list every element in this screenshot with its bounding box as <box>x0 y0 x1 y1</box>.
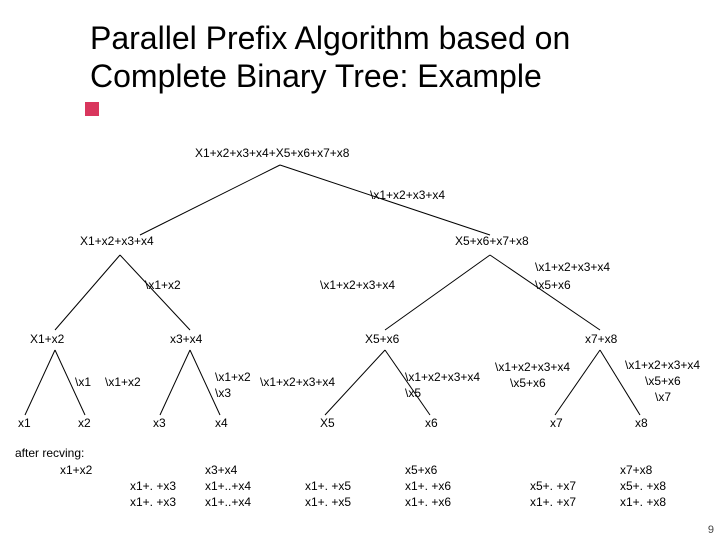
leaf-x7: x7 <box>550 416 563 430</box>
leaf-x2: x2 <box>78 416 91 430</box>
after-c6: x5+. +x7 x1+. +x7 <box>530 478 576 510</box>
node-l3-lr: x3+x4 <box>170 332 202 346</box>
back-l3-rl1: \x5+x6 <box>535 278 571 292</box>
back-leaf-7c: \x7 <box>655 390 671 404</box>
node-root: X1+x2+x3+x4+X5+x6+x7+x8 <box>195 146 349 160</box>
leaf-x1: x1 <box>18 416 31 430</box>
back-leaf-6a: \x1+x2+x3+x4 <box>495 360 570 374</box>
back-leaf-5b: \x5 <box>405 386 421 400</box>
after-c2: x1+. +x3 x1+. +x3 <box>130 478 176 510</box>
after-title: after recving: <box>15 445 84 461</box>
back-l3-ll: \x1+x2 <box>145 278 181 292</box>
back-leaf-7b: \x5+x6 <box>645 374 681 388</box>
node-l2-left: X1+x2+x3+x4 <box>80 234 154 248</box>
after-c4: x1+. +x5 x1+. +x5 <box>305 478 351 510</box>
back-leaf-4: \x1+x2+x3+x4 <box>260 375 335 389</box>
back-l2-right: \x1+x2+x3+x4 <box>535 260 610 274</box>
page-number: 9 <box>708 524 714 536</box>
back-l3-lr: \x1+x2+x3+x4 <box>320 278 395 292</box>
node-l3-rr: x7+x8 <box>585 332 617 346</box>
leaf-x4: x4 <box>215 416 228 430</box>
node-l3-ll: X1+x2 <box>30 332 64 346</box>
back-leaf-5a: \x1+x2+x3+x4 <box>405 370 480 384</box>
back-leaf-7a: \x1+x2+x3+x4 <box>625 358 700 372</box>
node-l3-rl: X5+x6 <box>365 332 399 346</box>
back-leaf-1: \x1 <box>75 375 91 389</box>
after-c7: x7+x8 x5+. +x8 x1+. +x8 <box>620 462 666 511</box>
tree-edges <box>0 0 720 540</box>
leaf-x8: x8 <box>635 416 648 430</box>
back-root: \x1+x2+x3+x4 <box>370 188 445 202</box>
node-l2-right: X5+x6+x7+x8 <box>455 234 529 248</box>
after-c1: x1+x2 <box>60 462 92 478</box>
back-leaf-3a: \x1+x2 <box>215 370 251 384</box>
after-c3: x3+x4 x1+..+x4 x1+..+x4 <box>205 462 251 511</box>
leaf-X5: X5 <box>320 416 335 430</box>
leaf-x3: x3 <box>153 416 166 430</box>
back-leaf-2: \x1+x2 <box>105 375 141 389</box>
after-c5: x5+x6 x1+. +x6 x1+. +x6 <box>405 462 451 511</box>
leaf-x6: x6 <box>425 416 438 430</box>
back-leaf-6b: \x5+x6 <box>510 376 546 390</box>
back-leaf-3b: \x3 <box>215 386 231 400</box>
